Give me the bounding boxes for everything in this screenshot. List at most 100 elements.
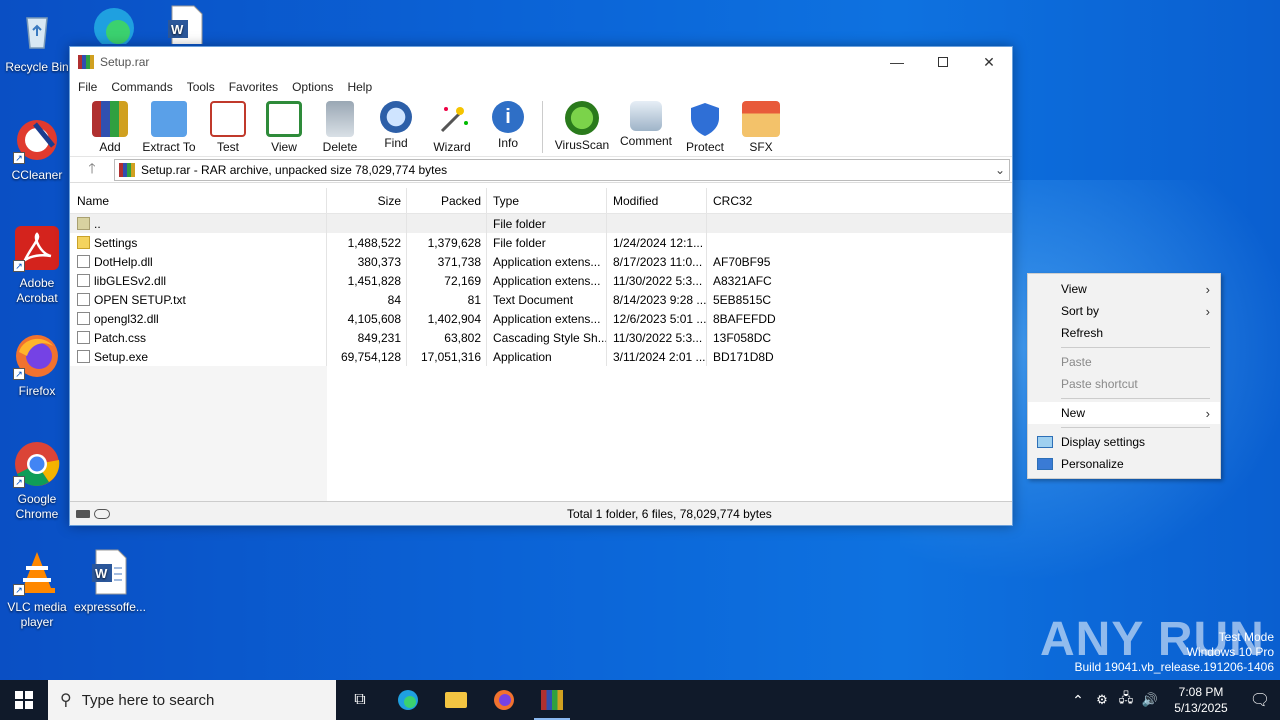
file-type-cell: Application extens... (487, 271, 607, 290)
column-modified[interactable]: Modified (607, 188, 707, 213)
volume-icon[interactable]: 🔊 (1138, 692, 1162, 708)
file-type-cell: Application (487, 347, 607, 366)
table-row[interactable]: Settings 1,488,522 1,379,628 File folder 1/2… (70, 233, 1012, 252)
desktop-icon-google-chrome[interactable]: ↗ Google Chrome (1, 440, 73, 522)
taskbar-search-box[interactable]: ⚲ Type here to search (48, 680, 336, 720)
info-button[interactable]: i Info (480, 101, 536, 150)
delete-button[interactable]: Delete (312, 101, 368, 154)
key-icon[interactable] (94, 508, 110, 519)
menu-file[interactable]: File (78, 80, 97, 94)
menu-item-view[interactable]: View › (1028, 278, 1220, 300)
up-folder-button[interactable]: 🡑 (70, 158, 114, 182)
desktop-icon-expressoffe[interactable]: W expressoffe... (74, 548, 146, 615)
column-crc32[interactable]: CRC32 (707, 188, 777, 213)
test-button[interactable]: Test (200, 101, 256, 154)
desktop-icon-label: VLC media player (7, 600, 67, 629)
menu-options[interactable]: Options (292, 80, 333, 94)
wizard-button[interactable]: Wizard (424, 101, 480, 154)
sfx-button[interactable]: SFX (733, 101, 789, 154)
task-view-button[interactable]: ⧉ (336, 680, 384, 720)
desktop-icon-edge-partial[interactable] (78, 4, 150, 44)
desktop-icon-ccleaner[interactable]: ↗ CCleaner (1, 116, 73, 183)
taskbar-edge[interactable] (384, 680, 432, 720)
menu-tools[interactable]: Tools (187, 80, 215, 94)
file-type-cell: File folder (487, 214, 607, 233)
title-bar[interactable]: Setup.rar — ✕ (70, 47, 1012, 77)
find-button[interactable]: Find (368, 101, 424, 150)
menu-item-label: View (1061, 282, 1087, 296)
protect-button[interactable]: Protect (677, 101, 733, 154)
column-size[interactable]: Size (327, 188, 407, 213)
file-list[interactable]: Name Size Packed Type Modified CRC32 .. F… (70, 188, 1012, 501)
column-name[interactable]: Name (70, 188, 327, 213)
taskbar-firefox[interactable] (480, 680, 528, 720)
table-row[interactable]: .. File folder (70, 214, 1012, 233)
chevron-down-icon[interactable]: ⌄ (991, 163, 1009, 177)
menu-item-refresh[interactable]: Refresh (1028, 322, 1220, 344)
desktop-icon-adobe-acrobat[interactable]: ↗ Adobe Acrobat (1, 224, 73, 306)
maximize-button[interactable] (920, 47, 966, 77)
maximize-icon (938, 57, 948, 67)
menu-item-display-settings[interactable]: Display settings (1028, 431, 1220, 453)
menu-help[interactable]: Help (347, 80, 372, 94)
notification-icon[interactable]: 🗨 (1240, 690, 1280, 710)
file-type-cell: Application extens... (487, 252, 607, 271)
add-button[interactable]: Add (82, 101, 138, 154)
firefox-icon (494, 690, 514, 710)
table-row[interactable]: OPEN SETUP.txt 84 81 Text Document 8/14/2023… (70, 290, 1012, 309)
menu-item-new[interactable]: New › (1028, 402, 1220, 424)
column-type[interactable]: Type (487, 188, 607, 213)
start-button[interactable] (0, 680, 48, 720)
watermark-test-mode: Test Mode (1218, 630, 1274, 644)
file-name: Patch.css (94, 330, 147, 345)
network-icon[interactable]: 🖧 (1114, 689, 1138, 711)
chevron-up-icon[interactable]: ⌃ (1066, 692, 1090, 709)
file-packed-cell: 1,379,628 (407, 233, 487, 252)
table-row[interactable]: opengl32.dll 4,105,608 1,402,904 Applicatio… (70, 309, 1012, 328)
file-crc-cell: 8BAFEFDD (713, 311, 776, 326)
menu-item-personalize[interactable]: Personalize (1028, 453, 1220, 475)
menu-bar: File Commands Tools Favorites Options He… (70, 77, 1012, 97)
desktop-icon-vlc[interactable]: ↗ VLC media player (1, 548, 73, 630)
column-packed[interactable]: Packed (407, 188, 487, 213)
shortcut-arrow-icon: ↗ (13, 584, 25, 596)
chevron-right-icon: › (1205, 281, 1210, 297)
file-name: Setup.exe (94, 349, 149, 364)
table-row[interactable]: Patch.css 849,231 63,802 Cascading Style Sh… (70, 328, 1012, 347)
extract-to-label: Extract To (142, 140, 196, 154)
virusscan-button[interactable]: VirusScan (549, 101, 615, 152)
menu-commands[interactable]: Commands (111, 80, 172, 94)
desktop-icon-label: CCleaner (11, 168, 63, 182)
menu-item-sort-by[interactable]: Sort by › (1028, 300, 1220, 322)
taskbar-winrar[interactable] (528, 680, 576, 720)
comment-button[interactable]: Comment (615, 101, 677, 148)
table-row[interactable]: DotHelp.dll 380,373 371,738 Application ext… (70, 252, 1012, 271)
desktop-icon-recycle-bin[interactable]: Recycle Bin (1, 8, 73, 75)
network-drive-icon[interactable]: ⚙ (1090, 692, 1114, 708)
table-row[interactable]: Setup.exe 69,754,128 17,051,316 Application… (70, 347, 1012, 366)
parent-folder-icon (77, 217, 90, 230)
svg-text:W: W (95, 566, 108, 581)
minimize-icon: — (890, 54, 904, 70)
close-button[interactable]: ✕ (966, 47, 1012, 77)
taskbar-clock[interactable]: 7:08 PM 5/13/2025 (1162, 684, 1240, 716)
task-view-icon: ⧉ (354, 691, 366, 708)
desktop-icon-word-partial[interactable]: W (150, 4, 222, 44)
view-button[interactable]: View (256, 101, 312, 154)
menu-favorites[interactable]: Favorites (229, 80, 278, 94)
protect-label: Protect (685, 140, 724, 154)
archive-path-dropdown[interactable]: Setup.rar - RAR archive, unpacked size 7… (114, 158, 1010, 181)
drive-icon[interactable] (76, 509, 90, 518)
search-placeholder: Type here to search (81, 691, 215, 709)
display-icon (1037, 436, 1053, 448)
rar-archive-icon (119, 162, 135, 177)
desktop-icon-firefox[interactable]: ↗ Firefox (1, 332, 73, 399)
minimize-button[interactable]: — (874, 47, 920, 77)
file-modified-cell: 11/30/2022 5:3... (607, 328, 707, 347)
menu-item-label: Display settings (1061, 435, 1146, 449)
winrar-window[interactable]: Setup.rar — ✕ File Commands Tools Favori… (69, 46, 1013, 526)
taskbar-file-explorer[interactable] (432, 680, 480, 720)
menu-item-label: Paste (1061, 355, 1092, 369)
extract-to-button[interactable]: Extract To (138, 101, 200, 154)
table-row[interactable]: libGLESv2.dll 1,451,828 72,169 Application … (70, 271, 1012, 290)
